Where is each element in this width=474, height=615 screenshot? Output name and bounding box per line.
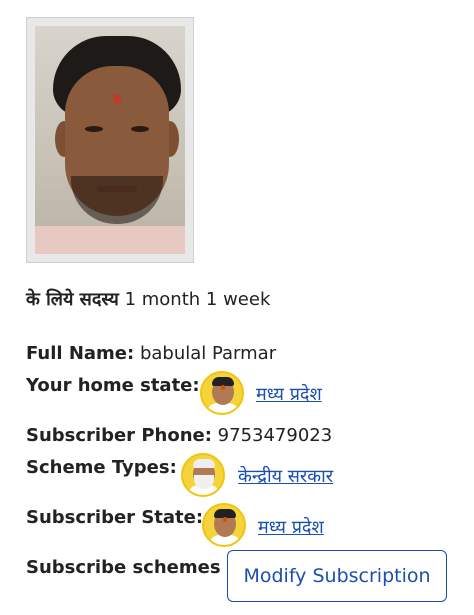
membership-label: के लिये सदस्य xyxy=(26,289,119,310)
full-name-value: babulal Parmar xyxy=(139,343,277,364)
home-state-row: Your home state: xyxy=(26,374,200,398)
phone-row: Subscriber Phone: 9753479023 xyxy=(26,424,332,448)
scheme-types-row: Scheme Types: xyxy=(26,456,177,480)
home-state-link[interactable]: मध्य प्रदेश xyxy=(256,382,322,406)
membership-value: 1 month 1 week xyxy=(124,289,271,310)
subscribe-schemes-row: Subscribe schemes xyxy=(26,556,221,580)
subscriber-state-row: Subscriber State: xyxy=(26,506,203,530)
phone-label: Subscriber Phone: xyxy=(26,425,212,446)
profile-photo-frame xyxy=(26,17,194,263)
profile-photo xyxy=(35,26,185,254)
scheme-types-label: Scheme Types: xyxy=(26,457,177,478)
full-name-label: Full Name: xyxy=(26,343,135,364)
subscriber-state-label: Subscriber State: xyxy=(26,507,204,528)
full-name-row: Full Name: babulal Parmar xyxy=(26,342,276,366)
membership-duration: के लिये सदस्य 1 month 1 week xyxy=(26,288,270,312)
subscribe-schemes-label: Subscribe schemes xyxy=(26,557,221,578)
subscriber-state-link[interactable]: मध्य प्रदेश xyxy=(258,515,324,539)
scheme-types-link[interactable]: केन्द्रीय सरकार xyxy=(238,464,333,488)
central-leader-avatar xyxy=(181,453,225,497)
phone-value: 9753479023 xyxy=(217,425,333,446)
state-leader-avatar xyxy=(200,371,244,415)
modify-subscription-button[interactable]: Modify Subscription xyxy=(227,550,447,602)
subscriber-state-avatar xyxy=(202,503,246,547)
home-state-label: Your home state: xyxy=(26,375,200,396)
